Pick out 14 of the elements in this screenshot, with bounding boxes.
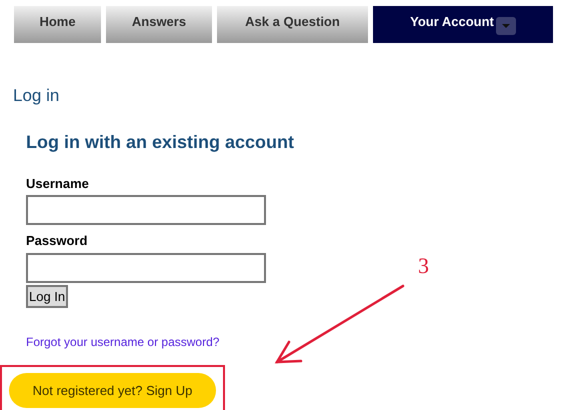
- nav-tab[interactable]: Home: [14, 6, 101, 43]
- field-label: Username: [26, 174, 89, 192]
- nav-tab[interactable]: Ask a Question: [217, 6, 368, 43]
- nav-tab[interactable]: Your Account: [373, 6, 553, 43]
- signup-button[interactable]: Not registered yet? Sign Up: [9, 373, 216, 408]
- field-label: Password: [26, 232, 88, 250]
- page-title: Log in: [13, 85, 60, 106]
- login-button[interactable]: Log In: [26, 284, 68, 308]
- nav-tab[interactable]: Answers: [106, 6, 212, 43]
- input-field[interactable]: [26, 252, 266, 282]
- forgot-link[interactable]: Forgot your username or password?: [26, 332, 220, 350]
- input-field[interactable]: [26, 195, 266, 225]
- annotation-number: 3: [418, 255, 429, 277]
- form-heading: Log in with an existing account: [26, 131, 294, 154]
